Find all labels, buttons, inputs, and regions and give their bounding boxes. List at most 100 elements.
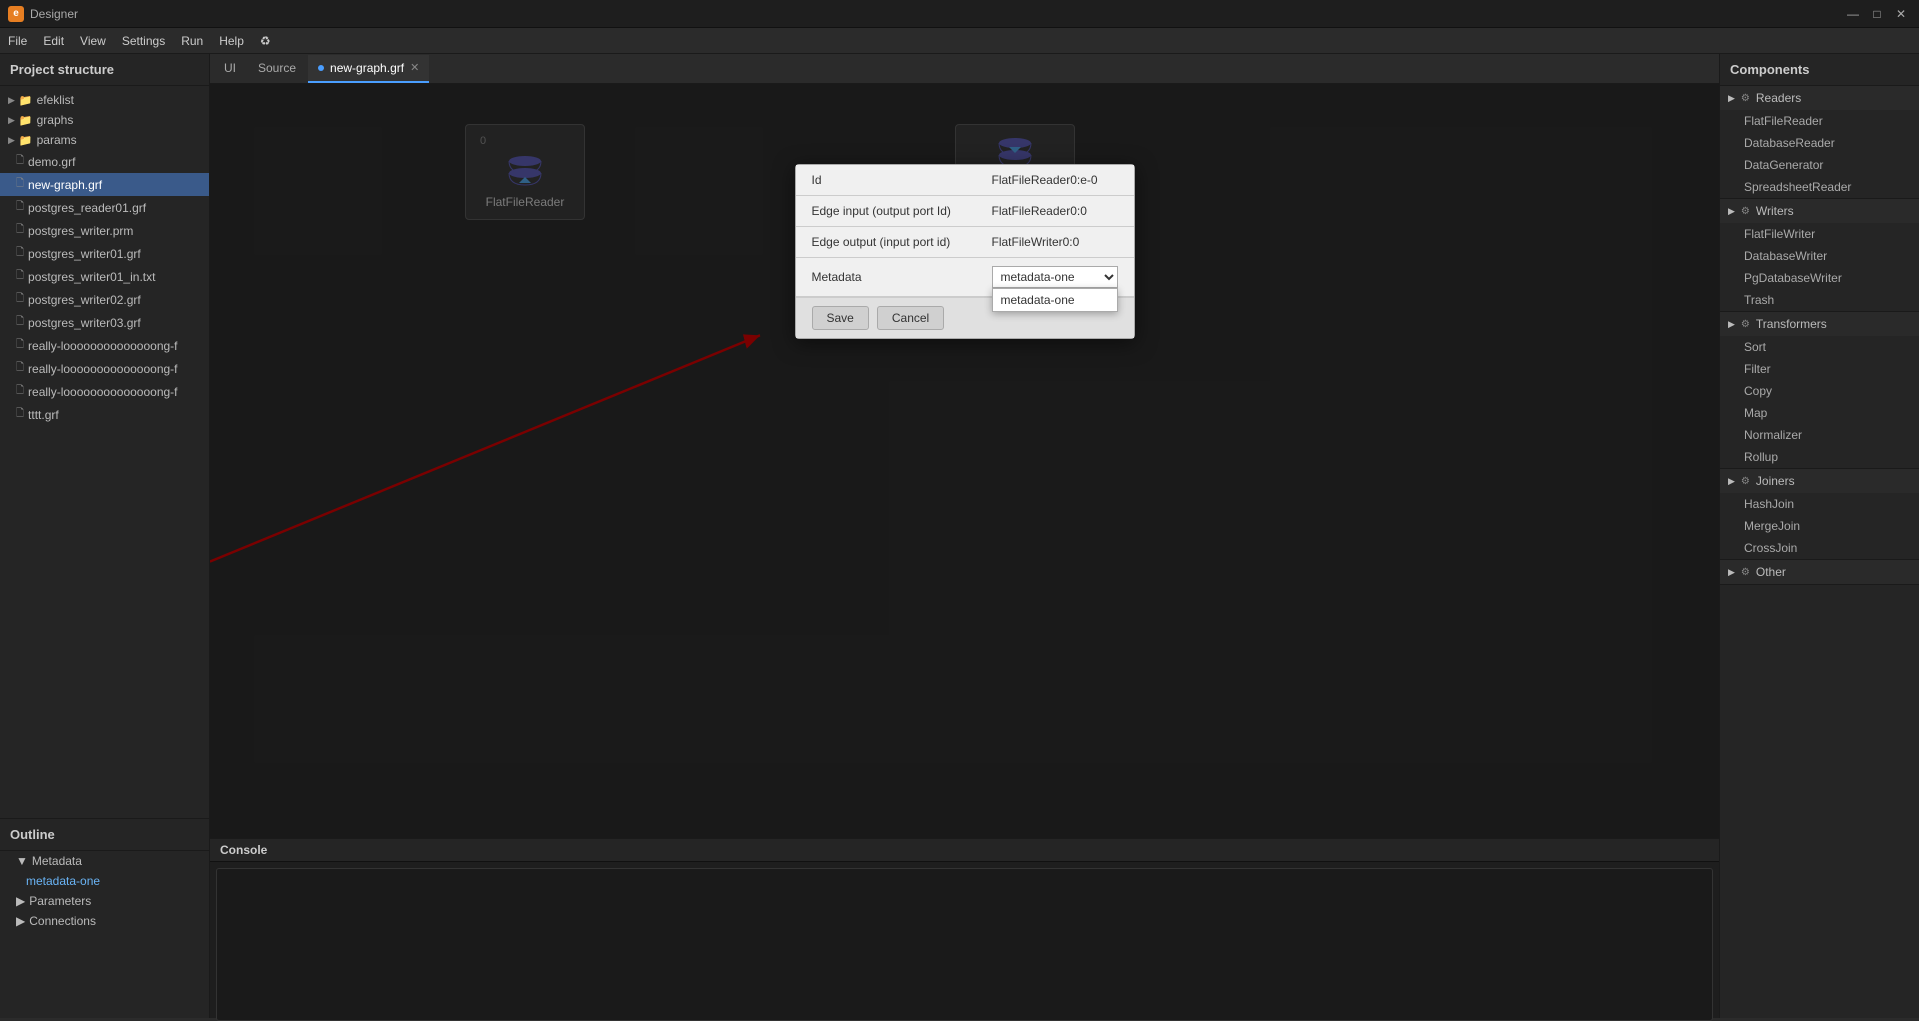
tab-source[interactable]: Source <box>248 55 306 83</box>
tree-item-graphs[interactable]: ▶ 📁 graphs <box>0 110 209 130</box>
outline-connections-section[interactable]: ▶ Connections <box>0 911 209 931</box>
tree-label: really-loooooooooooooong-f <box>28 339 177 353</box>
file-icon: 🗋 <box>16 245 24 262</box>
menu-help[interactable]: Help <box>219 34 244 48</box>
comp-spreadsheetreader[interactable]: SpreadsheetReader <box>1720 176 1919 198</box>
metadata-select-wrapper: metadata-one metadata-one <box>992 266 1118 288</box>
tree-label: postgres_writer01_in.txt <box>28 270 155 284</box>
section-writers: ▶ ⚙ Writers FlatFileWriter DatabaseWrite… <box>1720 199 1919 312</box>
components-title: Components <box>1720 54 1919 86</box>
main-layout: Project structure ▶ 📁 efeklist ▶ 📁 graph… <box>0 54 1919 1018</box>
tree-item-postgres-writer01[interactable]: 🗋 postgres_writer01.grf <box>0 242 209 265</box>
comp-map[interactable]: Map <box>1720 402 1919 424</box>
gear-icon: ⚙ <box>1741 319 1750 330</box>
dialog-row-edge-input: Edge input (output port Id) FlatFileRead… <box>796 196 1134 227</box>
console-content <box>216 868 1713 1021</box>
menu-edit[interactable]: Edit <box>43 34 64 48</box>
tab-new-graph[interactable]: new-graph.grf ✕ <box>308 55 429 83</box>
file-icon: 🗋 <box>16 314 24 331</box>
arrow-icon: ▶ <box>8 115 15 126</box>
comp-mergejoin[interactable]: MergeJoin <box>1720 515 1919 537</box>
dialog-field-metadata-label: Metadata <box>812 270 992 284</box>
maximize-button[interactable]: □ <box>1867 4 1887 24</box>
dialog-row-edge-output: Edge output (input port id) FlatFileWrit… <box>796 227 1134 258</box>
menu-run[interactable]: Run <box>181 34 203 48</box>
comp-rollup[interactable]: Rollup <box>1720 446 1919 468</box>
tab-modified-dot <box>318 65 324 71</box>
comp-databasereader[interactable]: DatabaseReader <box>1720 132 1919 154</box>
metadata-option-metadata-one[interactable]: metadata-one <box>993 289 1117 311</box>
section-readers-header[interactable]: ▶ ⚙ Readers <box>1720 86 1919 110</box>
comp-crossjoin[interactable]: CrossJoin <box>1720 537 1919 559</box>
tree-item-new-graph-grf[interactable]: 🗋 new-graph.grf <box>0 173 209 196</box>
tree-item-really-long-1[interactable]: 🗋 really-loooooooooooooong-f <box>0 334 209 357</box>
comp-filter[interactable]: Filter <box>1720 358 1919 380</box>
arrow-icon: ▶ <box>8 135 15 146</box>
comp-trash[interactable]: Trash <box>1720 289 1919 311</box>
gear-icon: ⚙ <box>1741 476 1750 487</box>
tree-item-postgres-writer-prm[interactable]: 🗋 postgres_writer.prm <box>0 219 209 242</box>
comp-normalizer[interactable]: Normalizer <box>1720 424 1919 446</box>
menu-settings[interactable]: Settings <box>122 34 165 48</box>
expand-icon: ▶ <box>1728 93 1735 104</box>
metadata-select[interactable]: metadata-one <box>992 266 1118 288</box>
minimize-button[interactable]: — <box>1843 4 1863 24</box>
file-icon: 🗋 <box>16 222 24 239</box>
tab-ui[interactable]: UI <box>214 55 246 83</box>
outline-metadata-section[interactable]: ▼ Metadata <box>0 851 209 871</box>
section-transformers-header[interactable]: ▶ ⚙ Transformers <box>1720 312 1919 336</box>
comp-copy[interactable]: Copy <box>1720 380 1919 402</box>
tree-item-postgres-writer02[interactable]: 🗋 postgres_writer02.grf <box>0 288 209 311</box>
tab-ui-label: UI <box>224 61 236 75</box>
file-icon: 🗋 <box>16 268 24 285</box>
tree-item-postgres-writer01-in[interactable]: 🗋 postgres_writer01_in.txt <box>0 265 209 288</box>
tree-item-really-long-2[interactable]: 🗋 really-loooooooooooooong-f <box>0 357 209 380</box>
dialog-field-id-label: Id <box>812 173 992 187</box>
tree-item-tttt[interactable]: 🗋 tttt.grf <box>0 403 209 426</box>
file-icon: 🗋 <box>16 153 24 170</box>
tree-item-really-long-3[interactable]: 🗋 really-loooooooooooooong-f <box>0 380 209 403</box>
comp-hashjoin[interactable]: HashJoin <box>1720 493 1919 515</box>
menu-refresh-icon[interactable]: ♻ <box>260 34 271 48</box>
file-icon: 🗋 <box>16 337 24 354</box>
dialog-save-button[interactable]: Save <box>812 306 869 330</box>
outline-metadata-one[interactable]: metadata-one <box>0 871 209 891</box>
dialog-field-edge-input-value: FlatFileReader0:0 <box>992 204 1118 218</box>
comp-sort[interactable]: Sort <box>1720 336 1919 358</box>
dialog-cancel-button[interactable]: Cancel <box>877 306 944 330</box>
outline-parameters-section[interactable]: ▶ Parameters <box>0 891 209 911</box>
tree-item-postgres-reader01[interactable]: 🗋 postgres_reader01.grf <box>0 196 209 219</box>
section-label: Other <box>1756 565 1786 579</box>
close-button[interactable]: ✕ <box>1891 4 1911 24</box>
arrow-icon: ▶ <box>16 914 25 928</box>
title-bar: e Designer — □ ✕ <box>0 0 1919 28</box>
tree-item-efeklist[interactable]: ▶ 📁 efeklist <box>0 90 209 110</box>
comp-datagenerator[interactable]: DataGenerator <box>1720 154 1919 176</box>
section-joiners-header[interactable]: ▶ ⚙ Joiners <box>1720 469 1919 493</box>
tree-item-postgres-writer03[interactable]: 🗋 postgres_writer03.grf <box>0 311 209 334</box>
file-icon: 🗋 <box>16 383 24 400</box>
graph-canvas: 0 FlatFileReader <box>210 84 1719 838</box>
console-title: Console <box>210 839 1719 862</box>
outline-label: metadata-one <box>26 874 100 888</box>
outline-label: Connections <box>29 914 96 928</box>
section-label: Joiners <box>1756 474 1795 488</box>
arrow-icon: ▶ <box>16 894 25 908</box>
file-icon: 🗋 <box>16 199 24 216</box>
app-icon: e <box>8 6 24 22</box>
section-other-header[interactable]: ▶ ⚙ Other <box>1720 560 1919 584</box>
comp-pgdatabasewriter[interactable]: PgDatabaseWriter <box>1720 267 1919 289</box>
section-writers-header[interactable]: ▶ ⚙ Writers <box>1720 199 1919 223</box>
menu-view[interactable]: View <box>80 34 106 48</box>
tree-item-params[interactable]: ▶ 📁 params <box>0 130 209 150</box>
project-structure-title: Project structure <box>0 54 209 86</box>
comp-flatfilewriter[interactable]: FlatFileWriter <box>1720 223 1919 245</box>
menu-file[interactable]: File <box>8 34 27 48</box>
comp-flatfilereader[interactable]: FlatFileReader <box>1720 110 1919 132</box>
tab-close-icon[interactable]: ✕ <box>410 61 419 74</box>
tree-label: efeklist <box>37 93 74 107</box>
tree-item-demo-grf[interactable]: 🗋 demo.grf <box>0 150 209 173</box>
tab-bar: UI Source new-graph.grf ✕ <box>210 54 1719 84</box>
tree-label: postgres_writer.prm <box>28 224 133 238</box>
comp-databasewriter[interactable]: DatabaseWriter <box>1720 245 1919 267</box>
